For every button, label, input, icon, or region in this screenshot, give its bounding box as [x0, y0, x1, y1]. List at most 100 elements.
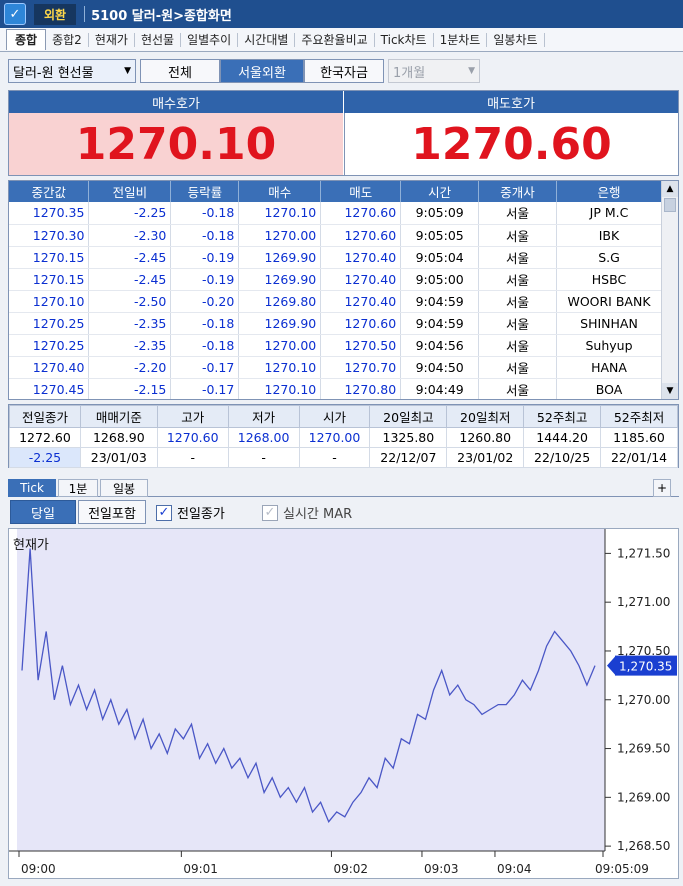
tick-cell: 1270.25: [9, 334, 90, 357]
col-change-rate[interactable]: 등락률: [170, 181, 240, 202]
tick-cell: 1270.60: [320, 202, 402, 225]
tick-cell: HANA: [556, 356, 663, 379]
y-tick-label: 1,271.50: [617, 546, 670, 560]
tick-cell: 1270.15: [9, 246, 90, 269]
tick-cell: -2.20: [88, 356, 172, 379]
tick-cell: 9:05:09: [400, 202, 480, 225]
tick-cell: 서울: [478, 224, 557, 247]
tick-cell: 1270.00: [238, 224, 322, 247]
instrument-select-value: 달러-원 현선물: [13, 65, 94, 81]
tab-by-time[interactable]: 시간대별: [238, 32, 296, 47]
tick-row[interactable]: 1270.45 -2.15 -0.17 1270.10 1270.80 9:04:49 서울…: [9, 378, 663, 399]
price-chart[interactable]: 현재가 1,271.50 1,271.00 1,270.50 1,270.00 1,269…: [8, 528, 679, 879]
tick-row[interactable]: 1270.25 -2.35 -0.18 1269.90 1270.60 9:04:59 서울…: [9, 312, 663, 335]
tick-table: 중간값 전일비 등락률 매수 매도 시간 중개사 은행 1270.35 -2.25…: [9, 181, 663, 399]
ask-label: 매도호가: [344, 91, 678, 113]
tick-cell: Suhyup: [556, 334, 663, 357]
scroll-thumb[interactable]: [664, 198, 676, 212]
tab-major-fx-compare[interactable]: 주요환율비교: [295, 32, 375, 47]
x-tick-label: 09:00: [21, 862, 56, 876]
tick-cell: 서울: [478, 312, 557, 335]
tab-daily-chart[interactable]: 일봉차트: [487, 32, 545, 47]
scroll-down-icon[interactable]: ▼: [662, 383, 678, 399]
tick-cell: 9:04:50: [400, 356, 480, 379]
tab-1min[interactable]: 1분: [58, 479, 98, 497]
tick-cell: 서울: [478, 356, 557, 379]
seoul-fx-button[interactable]: 서울외환: [220, 59, 304, 83]
tick-row[interactable]: 1270.30 -2.30 -0.18 1270.00 1270.60 9:05:05 서울…: [9, 224, 663, 247]
tab-tick-chart[interactable]: Tick차트: [375, 32, 434, 47]
tick-cell: 1270.25: [9, 312, 90, 335]
tick-cell: 1270.30: [9, 224, 90, 247]
chart-title: 현재가: [13, 538, 49, 553]
x-tick-label: 09:01: [183, 862, 218, 876]
tick-cell: -0.19: [170, 246, 240, 269]
chevron-down-icon: ▼: [124, 66, 131, 76]
tick-cell: -2.50: [88, 290, 172, 313]
tick-cell: -0.18: [170, 334, 240, 357]
prev-close-label: 전일종가: [177, 507, 225, 522]
tab-spot-futures[interactable]: 현선물: [135, 32, 182, 47]
today-button[interactable]: 당일: [10, 500, 76, 524]
tick-cell: -0.19: [170, 268, 240, 291]
x-tick-label: 09:05:09: [595, 862, 649, 876]
tick-row[interactable]: 1270.40 -2.20 -0.17 1270.10 1270.70 9:04:50 서울…: [9, 356, 663, 379]
tab-summary2[interactable]: 종합2: [46, 32, 89, 47]
period-select-value: 1개월: [393, 65, 426, 81]
tick-row[interactable]: 1270.10 -2.50 -0.20 1269.80 1270.40 9:04:59 서울…: [9, 290, 663, 313]
col-bid[interactable]: 매수: [238, 181, 322, 202]
col-change[interactable]: 전일비: [88, 181, 172, 202]
scroll-up-icon[interactable]: ▲: [662, 181, 678, 197]
tick-cell: 서울: [478, 378, 557, 399]
all-button[interactable]: 전체: [140, 59, 220, 83]
app-logo-icon[interactable]: ✓: [4, 3, 26, 25]
prev-close-toggle[interactable]: ✓ 전일종가: [156, 503, 225, 522]
current-price-label: 1,270.35: [619, 660, 672, 674]
summary-values-row: 1272.60 1268.90 1270.60 1268.00 1270.00 …: [9, 427, 678, 448]
tick-table-scrollbar[interactable]: ▲ ▼: [661, 181, 678, 399]
summary-cell: 1325.80: [369, 427, 448, 448]
checkbox-unchecked-icon[interactable]: ✓: [262, 504, 278, 521]
price-chart-svg: 현재가1,271.501,271.001,270.501,270.001,269…: [9, 529, 677, 876]
tab-current-price[interactable]: 현재가: [89, 32, 135, 47]
col-time[interactable]: 시간: [400, 181, 480, 202]
tab-1min-chart[interactable]: 1분차트: [434, 32, 488, 47]
korea-money-button[interactable]: 한국자금: [304, 59, 384, 83]
col-broker[interactable]: 중개사: [478, 181, 557, 202]
tick-cell: SHINHAN: [556, 312, 663, 335]
col-bank[interactable]: 은행: [556, 181, 663, 202]
control-bar: 달러-원 현선물 ▼ 전체 서울외환 한국자금 1개월 ▼: [0, 56, 683, 86]
tick-row[interactable]: 1270.15 -2.45 -0.19 1269.90 1270.40 9:05:04 서울…: [9, 246, 663, 269]
summary-cell: 23/01/03: [79, 447, 158, 468]
period-select[interactable]: 1개월 ▼: [388, 59, 480, 83]
summary-cell: 1270.60: [156, 427, 229, 448]
tab-daily[interactable]: 일봉: [100, 479, 148, 497]
summary-cell: 1444.20: [523, 427, 602, 448]
tab-tick[interactable]: Tick: [8, 479, 56, 497]
col-ask[interactable]: 매도: [320, 181, 402, 202]
y-tick-label: 1,270.00: [617, 693, 670, 707]
y-tick-label: 1,271.00: [617, 595, 670, 609]
summary-header: 시가: [298, 405, 371, 428]
include-prev-button[interactable]: 전일포함: [78, 500, 146, 524]
summary-header: 매매기준: [79, 405, 158, 428]
realtime-mar-label: 실시간 MAR: [283, 507, 353, 522]
x-tick-label: 09:04: [497, 862, 532, 876]
expand-icon[interactable]: +: [653, 479, 671, 497]
tab-daily-trend[interactable]: 일별추이: [181, 32, 239, 47]
tick-row[interactable]: 1270.35 -2.25 -0.18 1270.10 1270.60 9:05:09 서울…: [9, 202, 663, 225]
y-tick-label: 1,269.50: [617, 742, 670, 756]
col-mid[interactable]: 중간값: [9, 181, 90, 202]
tick-cell: 1270.40: [320, 268, 402, 291]
checkbox-checked-icon[interactable]: ✓: [156, 504, 172, 521]
tick-row[interactable]: 1270.15 -2.45 -0.19 1269.90 1270.40 9:05:00 서울…: [9, 268, 663, 291]
realtime-mar-toggle[interactable]: ✓ 실시간 MAR: [262, 503, 352, 522]
tick-row[interactable]: 1270.25 -2.35 -0.18 1270.00 1270.50 9:04:56 서울…: [9, 334, 663, 357]
tab-summary[interactable]: 종합: [6, 29, 47, 50]
instrument-select[interactable]: 달러-원 현선물 ▼: [8, 59, 136, 83]
tick-cell: 9:05:04: [400, 246, 480, 269]
tick-cell: -0.18: [170, 224, 240, 247]
tick-cell: 1270.50: [320, 334, 402, 357]
tick-cell: 9:04:56: [400, 334, 480, 357]
tick-cell: 서울: [478, 246, 557, 269]
